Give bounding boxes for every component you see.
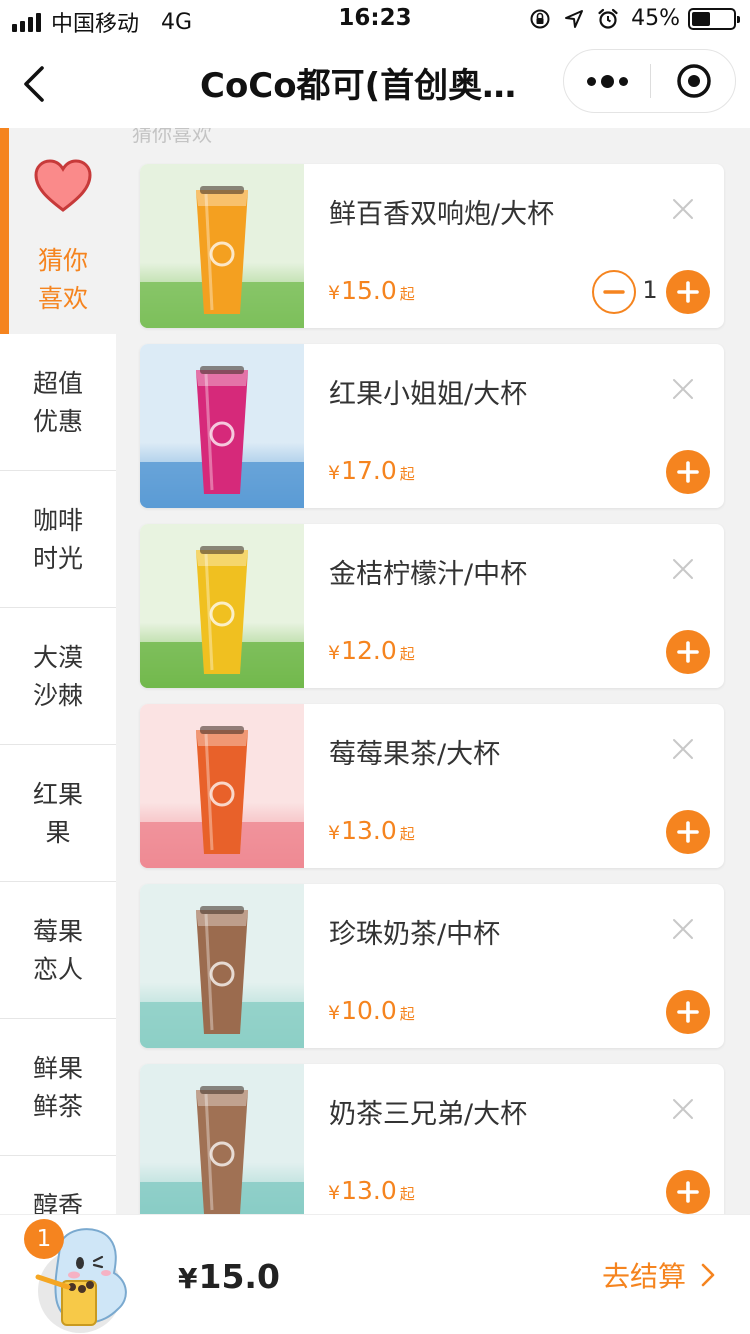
remove-recommendation-icon[interactable] [672, 558, 694, 580]
category-item-fresh-fruit-tea[interactable]: 鲜果 鲜茶 [0, 1019, 116, 1156]
add-to-cart-button[interactable] [666, 270, 710, 314]
product-name: 珍珠奶茶/中杯 [329, 919, 501, 950]
cart-count-badge: 1 [24, 1219, 64, 1259]
cart-bar: ¥15.0 去结算 [0, 1214, 750, 1334]
battery-percent: 45% [631, 6, 680, 31]
quantity-value: 1 [642, 276, 658, 304]
minus-icon [603, 290, 625, 294]
product-card[interactable]: 金桔柠檬汁/中杯 ¥12.0 起 [140, 524, 724, 688]
product-card[interactable]: 鲜百香双响炮/大杯 ¥15.0 起 1 [140, 164, 724, 328]
mini-program-capsule [563, 49, 736, 113]
product-image[interactable] [140, 1064, 304, 1214]
product-name: 奶茶三兄弟/大杯 [329, 1099, 528, 1130]
remove-recommendation-icon[interactable] [672, 198, 694, 220]
cart-total: ¥15.0 [178, 1257, 280, 1296]
category-label: 猜你 喜欢 [37, 246, 88, 313]
category-label: 大漠 沙棘 [32, 643, 83, 710]
product-name: 红果小姐姐/大杯 [329, 379, 528, 410]
nav-bar: CoCo都可(首创奥… [0, 40, 750, 128]
plus-icon [677, 281, 699, 303]
category-item-value-deals[interactable]: 超值 优惠 [0, 334, 116, 471]
remove-recommendation-icon[interactable] [672, 738, 694, 760]
rotation-lock-icon [530, 9, 550, 28]
product-card[interactable]: 红果小姐姐/大杯 ¥17.0 起 [140, 344, 724, 508]
add-to-cart-button[interactable] [666, 810, 710, 854]
product-image[interactable] [140, 524, 304, 688]
product-price: ¥13.0 起 [328, 816, 415, 845]
checkout-button[interactable]: 去结算 [602, 1255, 716, 1295]
target-close-icon [676, 64, 711, 98]
status-bar: 中国移动 4G 16:23 45% [0, 0, 750, 40]
add-to-cart-button[interactable] [666, 1170, 710, 1214]
product-price: ¥12.0 起 [328, 636, 415, 665]
add-to-cart-button[interactable] [666, 630, 710, 674]
product-name: 金桔柠檬汁/中杯 [329, 559, 528, 590]
category-item-coffee[interactable]: 咖啡 时光 [0, 471, 116, 608]
category-sidebar: 猜你 喜欢 超值 优惠 咖啡 时光 大漠 沙棘 红果果 莓果 恋人 鲜果 鲜茶 醇香 [0, 128, 116, 1214]
page-title: CoCo都可(首创奥… [200, 66, 517, 106]
product-card[interactable]: 珍珠奶茶/中杯 ¥10.0 起 [140, 884, 724, 1048]
battery-icon [688, 7, 740, 30]
category-item-red-fruit[interactable]: 红果果 [0, 745, 116, 882]
plus-icon [677, 461, 699, 483]
section-label: 猜你喜欢 [132, 128, 212, 146]
product-price: ¥10.0 起 [328, 996, 415, 1025]
category-label: 醇香 [32, 1191, 83, 1214]
remove-recommendation-icon[interactable] [672, 918, 694, 940]
product-price: ¥17.0 起 [328, 456, 415, 485]
alarm-icon [598, 8, 618, 29]
product-list: 猜你喜欢 鲜百香双响炮/大杯 ¥15.0 起 1 红果小姐姐/大杯 ¥17.0 起金桔柠檬汁… [116, 128, 750, 1214]
category-item-berry-lover[interactable]: 莓果 恋人 [0, 882, 116, 1019]
remove-recommendation-icon[interactable] [672, 1098, 694, 1120]
chevron-right-icon [701, 1263, 715, 1287]
back-button[interactable] [14, 60, 58, 108]
add-to-cart-button[interactable] [666, 450, 710, 494]
product-name: 鲜百香双响炮/大杯 [329, 199, 555, 230]
category-label: 超值 优惠 [32, 369, 83, 436]
plus-icon [677, 1181, 699, 1203]
product-price: ¥15.0 起 [328, 276, 415, 305]
category-label: 红果果 [32, 780, 83, 847]
close-mini-program-button[interactable] [651, 50, 736, 112]
plus-icon [677, 821, 699, 843]
category-item-guess-you-like[interactable]: 猜你 喜欢 [0, 128, 116, 334]
decrease-quantity-button[interactable] [592, 270, 636, 314]
product-price: ¥13.0 起 [328, 1176, 415, 1205]
product-image[interactable] [140, 704, 304, 868]
product-card[interactable]: 奶茶三兄弟/大杯 ¥13.0 起 [140, 1064, 724, 1214]
add-to-cart-button[interactable] [666, 990, 710, 1034]
more-button[interactable] [564, 50, 650, 112]
product-name: 莓莓果茶/大杯 [329, 739, 501, 770]
product-image[interactable] [140, 884, 304, 1048]
category-item-sea-buckthorn[interactable]: 大漠 沙棘 [0, 608, 116, 745]
heart-icon [34, 159, 92, 212]
product-card[interactable]: 莓莓果茶/大杯 ¥13.0 起 [140, 704, 724, 868]
product-image[interactable] [140, 164, 304, 328]
plus-icon [677, 1001, 699, 1023]
location-icon [565, 9, 584, 28]
category-label: 莓果 恋人 [32, 917, 83, 984]
product-image[interactable] [140, 344, 304, 508]
category-label: 咖啡 时光 [32, 506, 83, 573]
remove-recommendation-icon[interactable] [672, 378, 694, 400]
category-label: 鲜果 鲜茶 [32, 1054, 83, 1121]
category-item-mellow[interactable]: 醇香 [0, 1156, 116, 1214]
plus-icon [677, 641, 699, 663]
